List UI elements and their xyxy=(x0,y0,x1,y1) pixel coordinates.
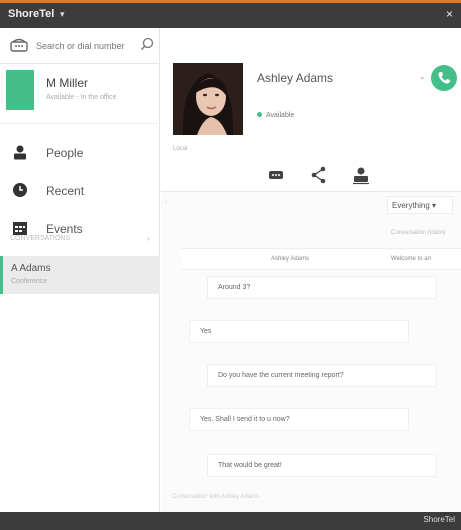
clock-icon xyxy=(13,183,27,197)
sidebar-item-label: Recent xyxy=(46,184,85,198)
conversation-list-item[interactable]: A Adams Conference xyxy=(0,256,160,294)
chat-icon[interactable] xyxy=(265,165,287,185)
presence-status: Available xyxy=(257,112,294,119)
search-input[interactable] xyxy=(36,36,140,56)
presence-dot-icon xyxy=(257,112,262,117)
app-title[interactable]: ShoreTel xyxy=(8,8,54,20)
conversation-subtitle: Conference xyxy=(11,278,48,285)
avatar[interactable] xyxy=(6,70,34,110)
column-header: Ashley Adams xyxy=(271,256,310,262)
chat-message: Yes xyxy=(189,320,409,343)
contact-name: Ashley Adams xyxy=(257,71,334,85)
sidebar-item-people[interactable]: People xyxy=(0,134,160,172)
search-icon[interactable] xyxy=(140,37,154,51)
presence-label: Available xyxy=(266,112,295,119)
chat-message: Yes. Shall I send it to u now? xyxy=(189,408,409,431)
share-icon[interactable] xyxy=(308,165,330,185)
contact-location: Local xyxy=(173,146,188,152)
contact-header: Ashley Adams Available ⌄ Local xyxy=(161,28,461,158)
chat-message: Around 3? xyxy=(207,276,437,299)
collapse-icon[interactable]: ‹ xyxy=(165,200,167,206)
call-options-chevron-icon[interactable]: ⌄ xyxy=(419,72,426,81)
call-button[interactable] xyxy=(431,65,457,91)
contact-card-icon[interactable] xyxy=(350,165,372,185)
search-row xyxy=(0,28,160,64)
chat-message: Do you have the current meeting report? xyxy=(207,364,437,387)
history-filter-dropdown[interactable]: Everything ▾ xyxy=(387,196,453,214)
history-meta: Conversation history xyxy=(391,230,446,236)
conversation-history[interactable]: ‹ Everything ▾ Conversation history Ashl… xyxy=(161,192,461,500)
history-table-header: Ashley Adams Welcome to an xyxy=(181,248,461,270)
app-menu-chevron-icon[interactable]: ▾ xyxy=(60,9,65,20)
user-card[interactable]: M Miller Available - In the office xyxy=(0,66,160,124)
sidebar: M Miller Available - In the office Peopl… xyxy=(0,28,160,512)
sidebar-item-label: People xyxy=(46,146,84,160)
sidebar-item-label: Events xyxy=(46,222,83,236)
conversation-name: A Adams xyxy=(11,263,51,274)
contact-photo xyxy=(173,63,243,135)
user-name: M Miller xyxy=(46,76,88,90)
status-bar: ShoreTel xyxy=(0,512,461,530)
sidebar-item-events[interactable]: Events xyxy=(0,210,160,248)
chat-message: That would be great! xyxy=(207,454,437,477)
conversation-footer: Conversation with Ashley Adams xyxy=(172,494,260,500)
column-header: Welcome to an xyxy=(391,256,431,262)
dialpad-phone-icon[interactable] xyxy=(10,38,28,52)
sidebar-item-recent[interactable]: Recent xyxy=(0,172,160,210)
brand-logo: ShoreTel xyxy=(423,515,455,524)
main-panel: Ashley Adams Available ⌄ Local ‹ Everyth… xyxy=(161,28,461,512)
close-icon[interactable]: × xyxy=(446,7,453,21)
section-chevron-icon[interactable]: › xyxy=(147,233,150,243)
person-icon xyxy=(14,145,26,160)
calendar-icon xyxy=(13,222,27,235)
phone-icon xyxy=(438,72,450,84)
contact-action-bar xyxy=(161,158,461,192)
title-bar: ShoreTel ▾ × xyxy=(0,0,461,28)
user-status[interactable]: Available - In the office xyxy=(46,94,117,101)
conversations-section-label: CONVERSATIONS xyxy=(10,235,71,242)
